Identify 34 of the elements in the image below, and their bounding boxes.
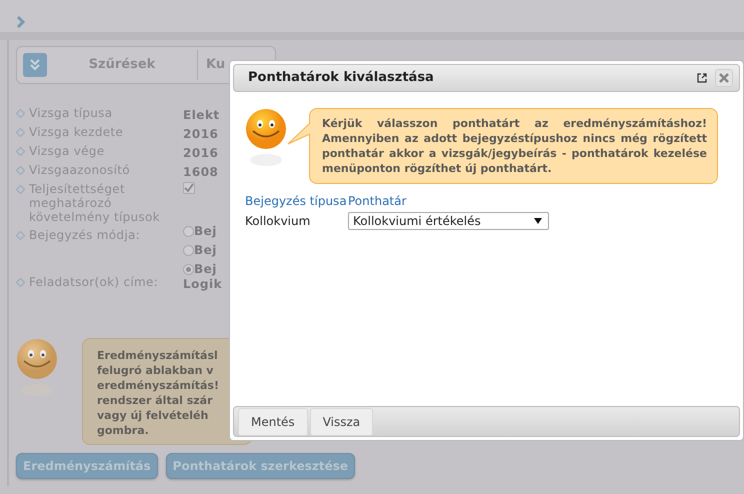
radio-label: Bej [194,262,217,276]
popout-icon[interactable] [697,73,707,83]
chevron-icon[interactable] [17,16,26,28]
footer-button[interactable]: Vissza [310,408,374,436]
diamond-icon [16,128,25,137]
field-value: 2016 [183,146,218,160]
field-value: 1608 [183,165,218,179]
radio-label: Bej [194,224,217,238]
row-label: Kollokvium [245,213,312,230]
dropdown[interactable]: Kollokviumi értékelés [348,212,549,230]
radio-label: Bej [194,243,217,257]
diamond-icon [16,147,25,156]
checkbox[interactable] [183,182,195,194]
field-value: Elekt [183,108,220,122]
diamond-icon [16,166,25,175]
field-value: Logik [183,277,222,291]
close-icon [719,73,729,83]
diamond-icon [16,109,25,118]
radio-button[interactable] [183,226,194,238]
column-header-link[interactable]: Bejegyzés típusa [245,192,348,210]
dialog-title: Ponthatárok kiválasztása [248,69,435,88]
expand-icon[interactable] [23,53,47,77]
column-header-link[interactable]: Ponthatár [348,192,406,210]
diamond-icon [16,231,25,240]
radio-button[interactable] [183,245,194,256]
footer-button[interactable]: Mentés [238,408,308,436]
diamond-icon [16,278,25,287]
info-text: Eredményszámításl felugró ablakban v eredményszámítás! rendszer által szár vagy új felvételéh gombra. [97,348,220,438]
field-value: 2016 [183,127,218,141]
message-text: Kérjük válasszon ponthatárt az eredményszámításhoz! Amennyiben az adott bejegyzéstípushoz nincs még rögzített ponthatár akkor a vizsgák/jegybeírás - ponthatárok kezelése menüponton rögzíthet új ponthatárt. [322,116,707,176]
close-button[interactable] [715,69,733,87]
radio-button[interactable] [183,264,194,276]
diamond-icon [16,185,25,194]
caret-icon [534,218,542,224]
